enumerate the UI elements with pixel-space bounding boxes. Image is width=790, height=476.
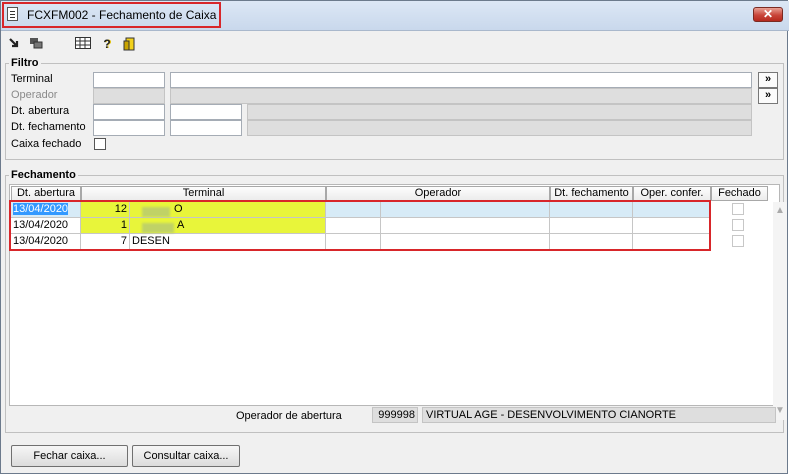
dt-abertura-readonly-field <box>247 104 752 120</box>
dt-fechamento-start-input[interactable] <box>93 120 165 136</box>
col-header-dt-abertura[interactable]: Dt. abertura <box>11 186 81 201</box>
grid-vertical-scrollbar[interactable]: ▲ ▼ <box>773 202 787 420</box>
operador-label: Operador <box>11 89 58 101</box>
operador-abertura-name: VIRTUAL AGE - DESENVOLVIMENTO CIANORTE <box>422 407 776 423</box>
cell-fechado-checkbox[interactable] <box>732 235 744 247</box>
caixa-fechado-checkbox[interactable] <box>94 138 106 150</box>
operador-code-input[interactable] <box>93 88 165 104</box>
operador-name-input[interactable] <box>170 88 752 104</box>
terminal-search-button[interactable]: » <box>758 72 778 88</box>
window-document-icon <box>7 7 18 21</box>
help-icon[interactable]: ? <box>99 37 115 51</box>
operador-abertura-label: Operador de abertura <box>236 410 342 422</box>
exit-icon[interactable] <box>122 37 138 51</box>
export-icon[interactable] <box>7 37 23 51</box>
terminal-label: Terminal <box>11 73 53 85</box>
fechar-caixa-button[interactable]: Fechar caixa... <box>11 445 128 467</box>
terminal-code-input[interactable] <box>93 72 165 88</box>
window-title: FCXFM002 - Fechamento de Caixa <box>27 8 217 22</box>
dt-fechamento-readonly-field <box>247 120 752 136</box>
close-button[interactable]: ✕ <box>753 7 783 22</box>
filtro-group-label: Filtro <box>9 57 41 69</box>
cell-fechado-checkbox[interactable] <box>732 203 744 215</box>
col-header-oper-confer[interactable]: Oper. confer. <box>633 186 711 201</box>
dt-fechamento-label: Dt. fechamento <box>11 121 86 133</box>
col-header-fechado[interactable]: Fechado <box>711 186 768 201</box>
grid-icon[interactable] <box>75 37 91 51</box>
fechamento-group-label: Fechamento <box>9 169 78 181</box>
dt-abertura-label: Dt. abertura <box>11 105 70 117</box>
rows-annotation-box <box>9 200 711 251</box>
operador-search-button[interactable]: » <box>758 88 778 104</box>
dt-abertura-start-input[interactable] <box>93 104 165 120</box>
col-header-operador[interactable]: Operador <box>326 186 550 201</box>
title-bar: FCXFM002 - Fechamento de Caixa ✕ <box>1 1 789 31</box>
consultar-caixa-button[interactable]: Consultar caixa... <box>132 445 240 467</box>
scroll-up-icon[interactable]: ▲ <box>773 204 787 218</box>
copy-icon[interactable] <box>28 37 44 51</box>
operador-abertura-code: 999998 <box>372 407 418 423</box>
terminal-name-input[interactable] <box>170 72 752 88</box>
dt-fechamento-end-input[interactable] <box>170 120 242 136</box>
cell-fechado-checkbox[interactable] <box>732 219 744 231</box>
col-header-terminal[interactable]: Terminal <box>81 186 326 201</box>
caixa-fechado-label: Caixa fechado <box>11 138 82 150</box>
dt-abertura-end-input[interactable] <box>170 104 242 120</box>
col-header-dt-fechamento[interactable]: Dt. fechamento <box>550 186 633 201</box>
main-window: FCXFM002 - Fechamento de Caixa ✕ ? Filtr… <box>0 0 789 474</box>
